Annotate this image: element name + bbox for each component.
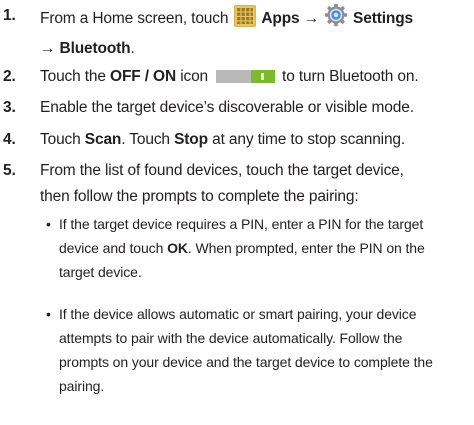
stop-label: Stop bbox=[174, 131, 208, 148]
on-off-toggle-icon bbox=[216, 70, 276, 83]
settings-gear-icon bbox=[324, 3, 348, 36]
step-number: 4. bbox=[3, 131, 16, 148]
step-number: 2. bbox=[3, 68, 16, 85]
arrow: → bbox=[40, 40, 56, 57]
settings-label: Settings bbox=[353, 10, 413, 27]
bullet-text: device and touch bbox=[59, 240, 164, 256]
bullet: • bbox=[46, 216, 51, 232]
step-text: Touch the bbox=[40, 68, 106, 85]
bullet-text: If the target device requires a PIN, ent… bbox=[59, 216, 424, 232]
step-number: 1. bbox=[3, 7, 16, 24]
bullet-text: target device. bbox=[59, 264, 142, 280]
step-number: 3. bbox=[3, 99, 16, 116]
bullet-text: If the device allows automatic or smart … bbox=[59, 306, 417, 322]
step-text: at any time to stop scanning. bbox=[212, 131, 406, 148]
bullet-text: prompts on your device and the target de… bbox=[59, 354, 433, 370]
off-on-label: OFF / ON bbox=[110, 68, 177, 85]
bullet-text: pairing. bbox=[59, 378, 105, 394]
bullet-text: attempts to pair with the device automat… bbox=[59, 330, 403, 346]
apps-grid-icon bbox=[234, 5, 257, 36]
step-text: . bbox=[130, 40, 135, 57]
step-text: to turn Bluetooth on. bbox=[282, 68, 419, 85]
step-text: Touch bbox=[40, 131, 81, 148]
step-text: From the list of found devices, touch th… bbox=[40, 162, 404, 179]
step-number: 5. bbox=[3, 162, 16, 179]
step-text: Enable the target device’s discoverable … bbox=[40, 99, 414, 116]
step-text: From a Home screen, touch bbox=[40, 10, 229, 27]
bullet: • bbox=[46, 306, 51, 322]
step-text: . Touch bbox=[121, 131, 170, 148]
step-text: icon bbox=[180, 68, 209, 85]
step-text: then follow the prompts to complete the … bbox=[40, 188, 359, 205]
scan-label: Scan bbox=[84, 131, 122, 148]
ok-label: OK bbox=[167, 240, 188, 256]
bullet-text: . When prompted, enter the PIN on the bbox=[187, 240, 425, 256]
apps-label: Apps bbox=[261, 10, 300, 27]
bluetooth-label: Bluetooth bbox=[59, 40, 131, 57]
arrow: → bbox=[303, 10, 320, 27]
